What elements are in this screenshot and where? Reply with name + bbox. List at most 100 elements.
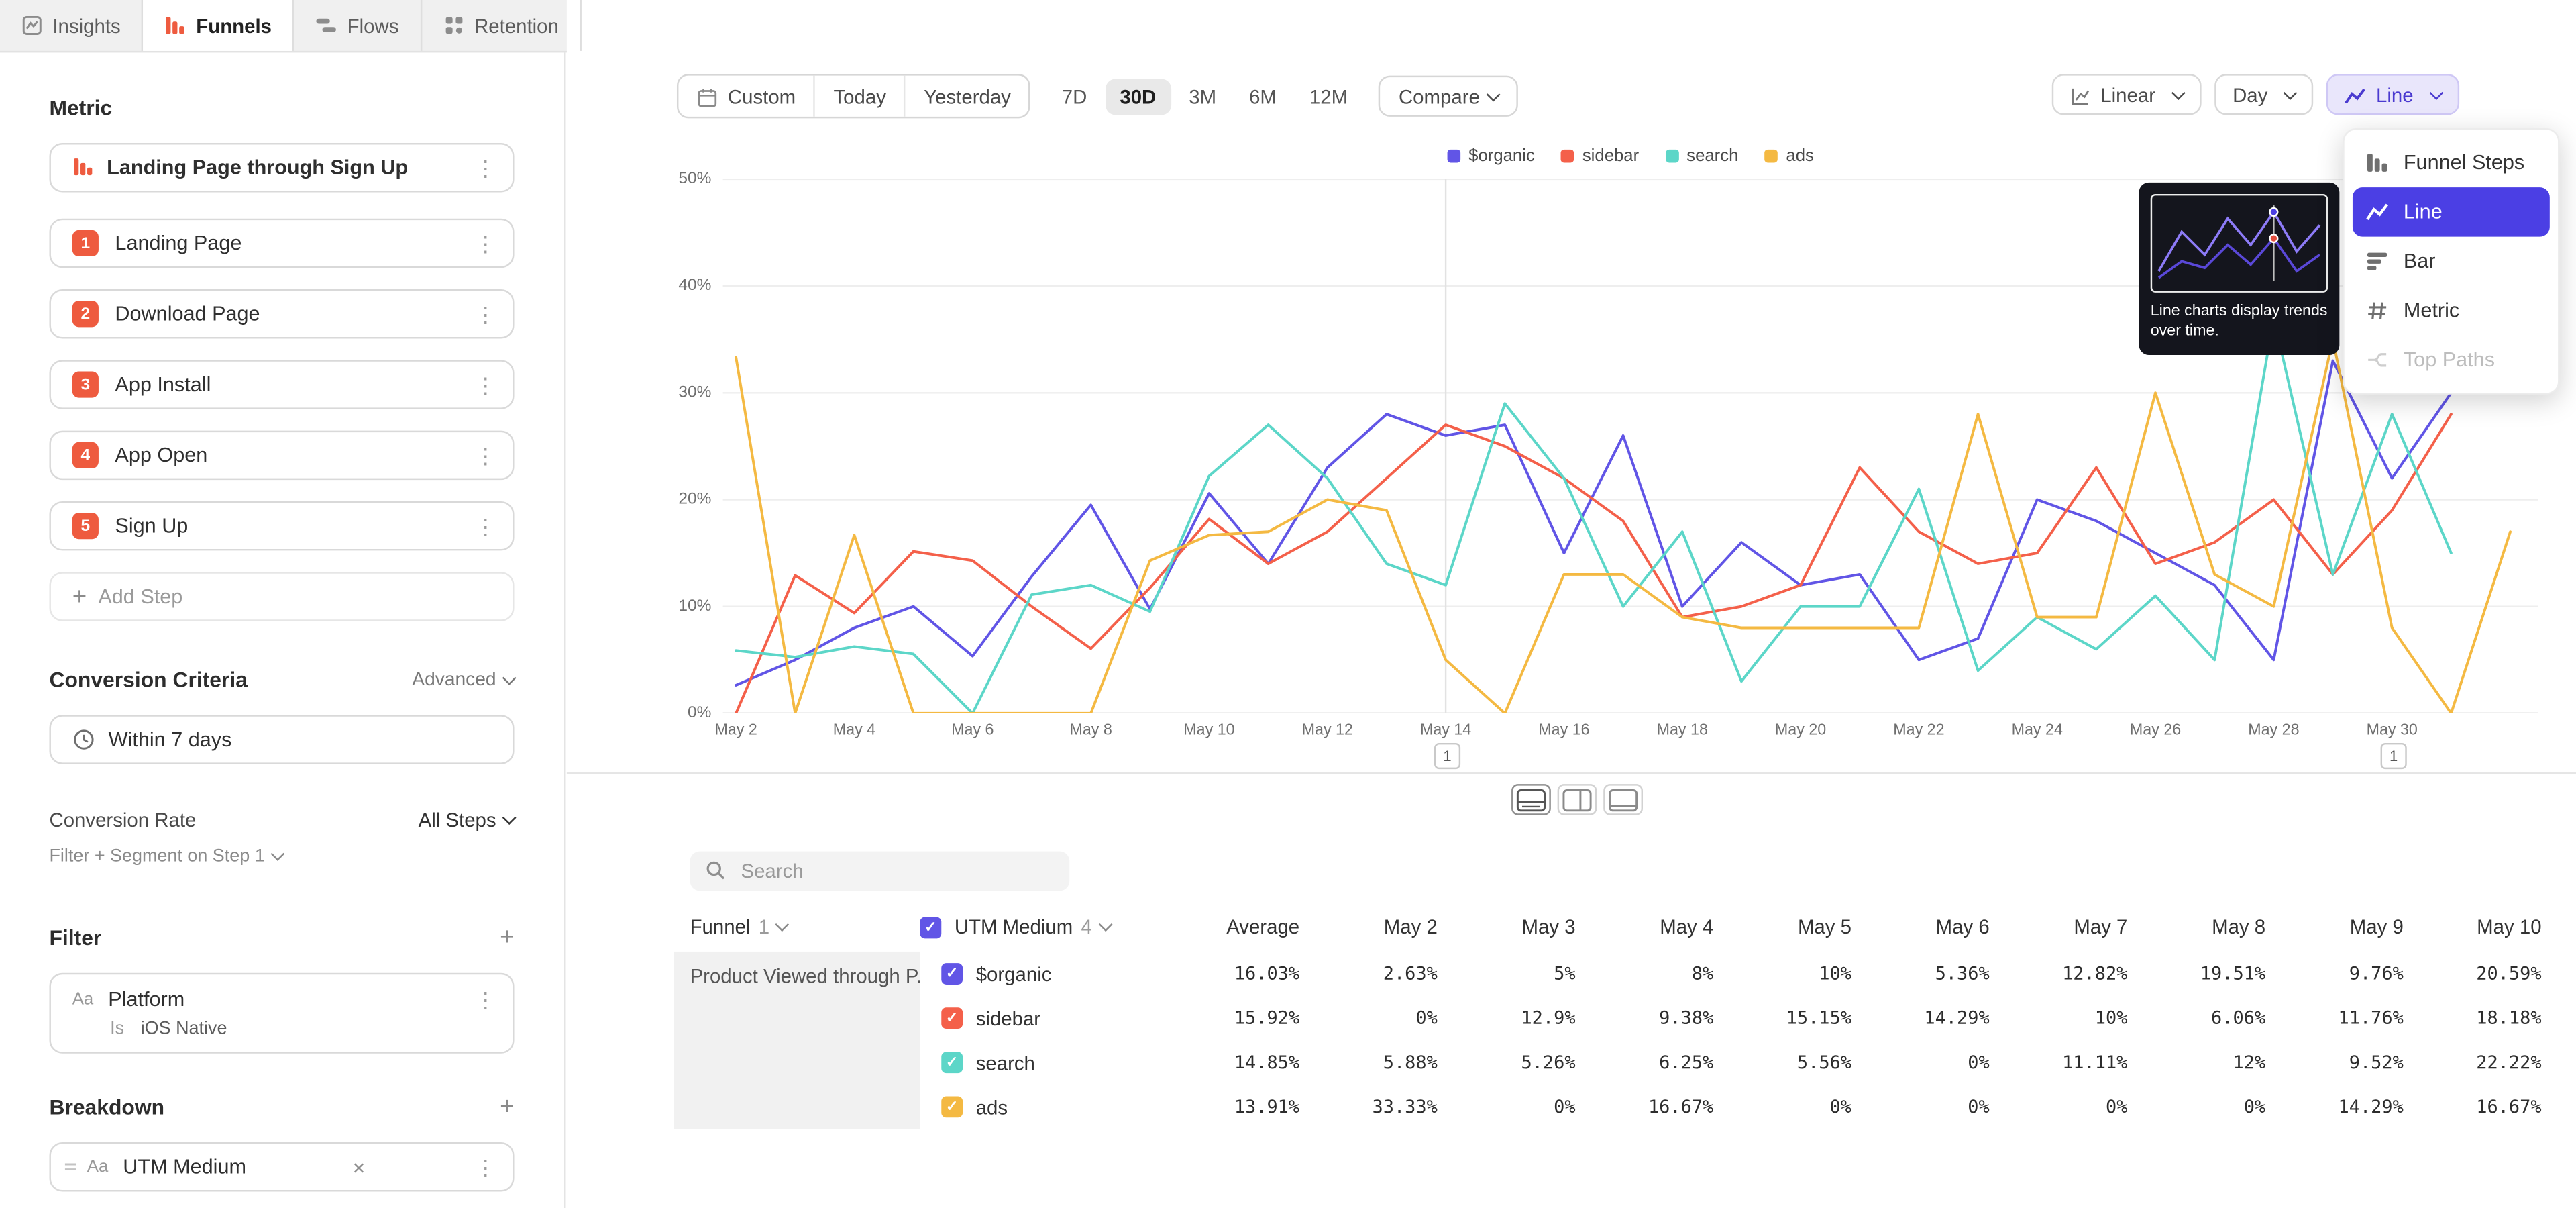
add-filter-button[interactable]: + xyxy=(500,925,514,950)
layout-chart-only-button[interactable] xyxy=(1603,784,1643,815)
granularity-selector[interactable]: Day xyxy=(2214,74,2314,115)
table-group-cell[interactable]: Product Viewed through P... xyxy=(674,952,920,1129)
kebab-menu-icon[interactable]: ⋮ xyxy=(472,233,500,254)
today-button[interactable]: Today xyxy=(816,76,906,117)
breakdown-item-utm-medium[interactable]: Aa UTM Medium × ⋮ xyxy=(49,1142,514,1191)
tab-insights[interactable]: Insights xyxy=(0,0,144,51)
layout-toggle-group xyxy=(1511,784,1643,815)
funnel-step-app-install[interactable]: 3App Install⋮ xyxy=(49,360,514,409)
tab-label: Insights xyxy=(52,14,120,37)
kebab-menu-icon[interactable]: ⋮ xyxy=(472,989,500,1010)
date-range-controls: Custom Today Yesterday 7D30D3M6M12M Comp… xyxy=(677,74,1517,118)
x-tick-label: May 28 xyxy=(2248,721,2299,740)
kebab-menu-icon[interactable]: ⋮ xyxy=(472,515,500,537)
menu-item-line[interactable]: Line xyxy=(2353,187,2550,236)
x-tick-label: May 12 xyxy=(1302,721,1353,740)
row-checkbox[interactable]: ✓ xyxy=(941,1007,963,1029)
x-tick-label: May 22 xyxy=(1893,721,1944,740)
menu-item-metric[interactable]: Metric xyxy=(2353,286,2550,335)
funnel-step-sign-up[interactable]: 5Sign Up⋮ xyxy=(49,501,514,550)
tab-flows[interactable]: Flows xyxy=(294,0,421,51)
table-cell-value: 8% xyxy=(1576,952,1714,996)
step-label: App Install xyxy=(115,373,211,396)
legend-item-ads[interactable]: ads xyxy=(1765,146,1814,166)
row-checkbox[interactable]: ✓ xyxy=(941,1052,963,1073)
chart-type-selector[interactable]: Line xyxy=(2327,74,2460,115)
funnel-step-app-open[interactable]: 4App Open⋮ xyxy=(49,431,514,480)
metric-heading: Metric xyxy=(49,95,514,120)
layout-chart-and-table-button[interactable] xyxy=(1511,784,1551,815)
tab-retention[interactable]: Retention xyxy=(422,0,582,51)
close-icon[interactable]: × xyxy=(346,1156,372,1178)
kebab-menu-icon[interactable]: ⋮ xyxy=(472,374,500,395)
kebab-menu-icon[interactable]: ⋮ xyxy=(472,1156,500,1178)
legend-item-organic[interactable]: $organic xyxy=(1447,146,1534,166)
table-row-search[interactable]: ✓search xyxy=(920,1040,1166,1085)
filter-item-platform[interactable]: Aa Platform ⋮ Is iOS Native xyxy=(49,973,514,1054)
funnel-step-download-page[interactable]: 2Download Page⋮ xyxy=(49,289,514,338)
range-30d-button[interactable]: 30D xyxy=(1105,78,1171,114)
legend-item-search[interactable]: search xyxy=(1665,146,1738,166)
breakdown-checkbox[interactable]: ✓ xyxy=(920,916,941,938)
row-checkbox[interactable]: ✓ xyxy=(941,963,963,985)
kebab-menu-icon[interactable]: ⋮ xyxy=(472,157,500,179)
add-step-button[interactable]: + Add Step xyxy=(49,572,514,621)
range-shortcut-group: 7D30D3M6M12M xyxy=(1047,78,1362,114)
table-cell-value: 0% xyxy=(2127,1085,2265,1129)
annotation-marker[interactable]: 1 xyxy=(1434,743,1460,769)
range-12m-button[interactable]: 12M xyxy=(1295,78,1362,114)
insights-icon xyxy=(21,15,43,36)
funnel-steps-icon xyxy=(2366,151,2389,174)
table-cell-value: 12.9% xyxy=(1438,996,1576,1040)
table-row-ads[interactable]: ✓ads xyxy=(920,1085,1166,1129)
sidebar: Metric Landing Page through Sign Up ⋮ 1L… xyxy=(0,52,565,1208)
legend-item-sidebar[interactable]: sidebar xyxy=(1561,146,1639,166)
search-box[interactable] xyxy=(690,852,1070,891)
add-breakdown-button[interactable]: + xyxy=(500,1095,514,1119)
table-cell-value: 14.29% xyxy=(2265,1085,2404,1129)
scale-selector[interactable]: Linear xyxy=(2051,74,2202,115)
table-row-organic[interactable]: ✓$organic xyxy=(920,952,1166,996)
conversion-window-selector[interactable]: Within 7 days xyxy=(49,715,514,764)
tab-funnels[interactable]: Funnels xyxy=(144,0,294,51)
custom-date-button[interactable]: Custom xyxy=(678,76,815,117)
menu-item-funnel-steps[interactable]: Funnel Steps xyxy=(2353,138,2550,187)
filter-segment-toggle[interactable]: Filter + Segment on Step 1 xyxy=(49,846,514,866)
menu-item-bar[interactable]: Bar xyxy=(2353,237,2550,286)
table-cell-value: 9.38% xyxy=(1576,996,1714,1040)
tooltip-text: Line charts display trends over time. xyxy=(2151,303,2328,343)
funnel-title-card[interactable]: Landing Page through Sign Up ⋮ xyxy=(49,143,514,192)
table-header-funnel[interactable]: Funnel1 xyxy=(674,902,920,951)
yesterday-button[interactable]: Yesterday xyxy=(906,76,1029,117)
table-cell-value: 0% xyxy=(1438,1085,1576,1129)
drag-handle-icon[interactable] xyxy=(61,1152,80,1182)
range-7d-button[interactable]: 7D xyxy=(1047,78,1102,114)
funnel-step-landing-page[interactable]: 1Landing Page⋮ xyxy=(49,219,514,268)
kebab-menu-icon[interactable]: ⋮ xyxy=(472,444,500,466)
table-cell-average: 16.03% xyxy=(1167,952,1299,996)
table-header-breakdown[interactable]: ✓UTM Medium4 xyxy=(920,902,1166,951)
row-checkbox[interactable]: ✓ xyxy=(941,1096,963,1117)
menu-item-label: Bar xyxy=(2404,250,2436,272)
layout-side-by-side-button[interactable] xyxy=(1558,784,1597,815)
table-cell-value: 0% xyxy=(1851,1040,1990,1085)
range-3m-button[interactable]: 3M xyxy=(1174,78,1231,114)
y-tick-label: 0% xyxy=(688,704,711,722)
x-axis-labels: May 2May 4May 6May 8May 10May 12May 14Ma… xyxy=(723,721,2538,741)
search-input[interactable] xyxy=(738,858,1055,884)
advanced-toggle[interactable]: Advanced xyxy=(412,670,514,689)
chevron-down-icon xyxy=(2429,85,2443,99)
kebab-menu-icon[interactable]: ⋮ xyxy=(472,303,500,325)
compare-label: Compare xyxy=(1399,85,1480,107)
annotation-marker[interactable]: 1 xyxy=(2381,743,2407,769)
breakdown-table: Funnel1✓UTM Medium4AverageMay 2May 3May … xyxy=(674,902,2541,1129)
range-6m-button[interactable]: 6M xyxy=(1234,78,1291,114)
table-cell-value: 9.76% xyxy=(2265,952,2404,996)
compare-button[interactable]: Compare xyxy=(1379,76,1518,117)
funnel-steps-list: 1Landing Page⋮2Download Page⋮3App Instal… xyxy=(49,219,514,551)
menu-item-label: Top Paths xyxy=(2404,348,2495,371)
table-header-date: May 7 xyxy=(1990,902,2128,951)
conversion-rate-selector[interactable]: All Steps xyxy=(419,809,515,832)
table-row-sidebar[interactable]: ✓sidebar xyxy=(920,996,1166,1040)
layout-chart-and-table xyxy=(1516,788,1546,811)
